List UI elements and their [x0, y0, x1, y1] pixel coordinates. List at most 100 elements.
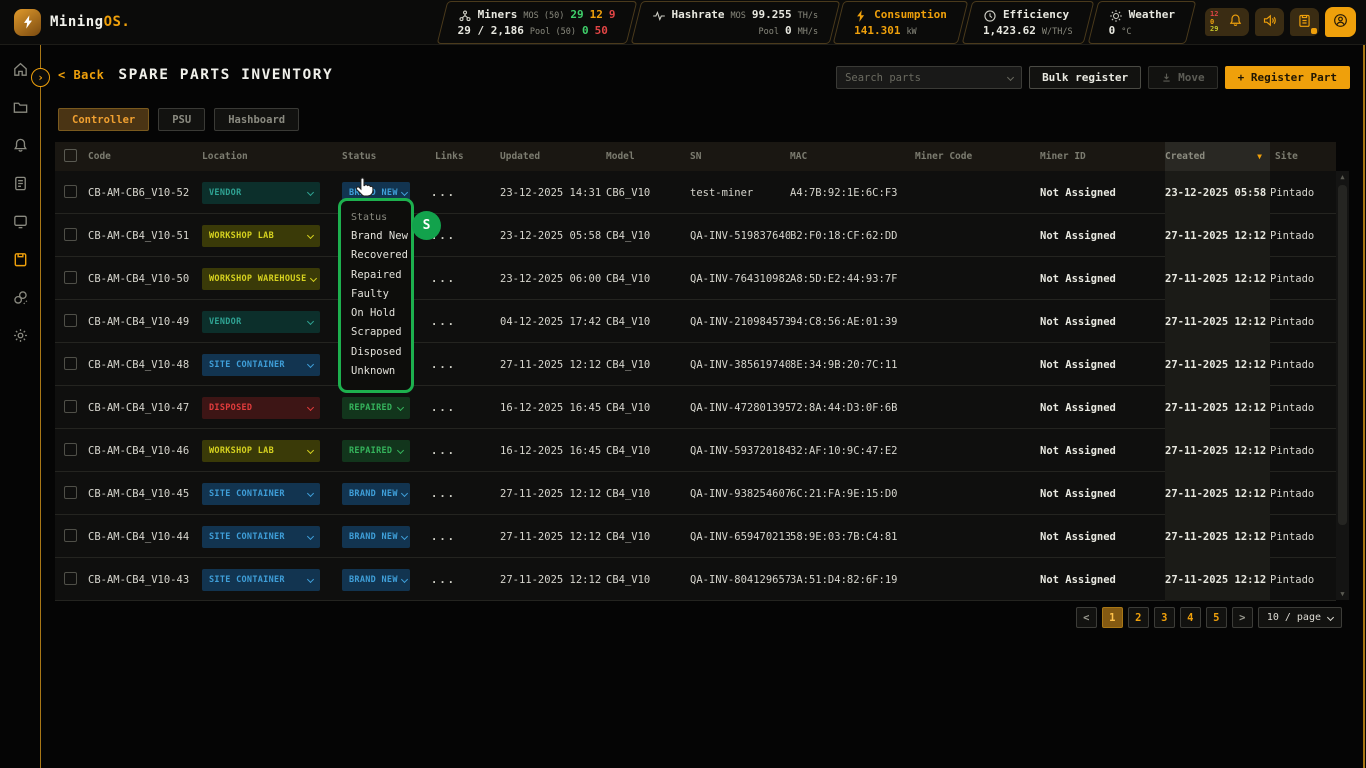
status-select[interactable]: BRAND NEW: [342, 483, 410, 505]
consumption-stat[interactable]: Consumption 141.301 kW: [836, 0, 965, 45]
links-button[interactable]: ...: [431, 531, 456, 543]
sidebar-item-reports[interactable]: [12, 175, 29, 192]
status-select[interactable]: BRAND NEW: [342, 526, 410, 548]
status-option[interactable]: Recovered: [351, 246, 411, 265]
location-select[interactable]: WORKSHOP LAB: [202, 440, 320, 462]
row-checkbox[interactable]: [64, 185, 77, 198]
pagination-next[interactable]: >: [1232, 607, 1253, 628]
pagination-page-3[interactable]: 3: [1154, 607, 1175, 628]
row-checkbox[interactable]: [64, 400, 77, 413]
links-button[interactable]: ...: [431, 488, 456, 500]
row-checkbox[interactable]: [64, 314, 77, 327]
sort-desc-icon: ▼: [1257, 152, 1262, 161]
miner-id-cell: Not Assigned: [1040, 316, 1165, 328]
sidebar-item-home[interactable]: [12, 61, 29, 78]
tab-psu[interactable]: PSU: [158, 108, 205, 131]
column-header-model[interactable]: Model: [606, 151, 690, 162]
location-select[interactable]: WORKSHOP WAREHOUSE: [202, 268, 320, 290]
pagination-page-4[interactable]: 4: [1180, 607, 1201, 628]
location-select[interactable]: VENDOR: [202, 182, 320, 204]
status-option[interactable]: Scrapped: [351, 323, 411, 342]
pagination-page-1[interactable]: 1: [1102, 607, 1123, 628]
links-button[interactable]: ...: [431, 359, 456, 371]
search-parts-select[interactable]: Search parts: [836, 66, 1022, 89]
model-cell: CB4_V10: [606, 359, 690, 371]
row-checkbox[interactable]: [64, 357, 77, 370]
sidebar-collapse-toggle[interactable]: ›: [31, 68, 50, 87]
location-select[interactable]: SITE CONTAINER: [202, 526, 320, 548]
weather-stat[interactable]: Weather 0 °C: [1091, 0, 1193, 45]
pagination-page-5[interactable]: 5: [1206, 607, 1227, 628]
move-button[interactable]: Move: [1148, 66, 1218, 89]
pagination-page-2[interactable]: 2: [1128, 607, 1149, 628]
register-part-button[interactable]: + Register Part: [1225, 66, 1350, 89]
tab-hashboard[interactable]: Hashboard: [214, 108, 299, 131]
scroll-down-icon[interactable]: ▼: [1340, 590, 1344, 598]
row-checkbox[interactable]: [64, 228, 77, 241]
status-option[interactable]: On Hold: [351, 304, 411, 323]
row-checkbox[interactable]: [64, 486, 77, 499]
sidebar-item-settings[interactable]: [12, 327, 29, 344]
status-option[interactable]: Repaired: [351, 266, 411, 285]
app-logo[interactable]: MiningOS.: [14, 9, 130, 36]
status-select[interactable]: REPAIRED: [342, 440, 410, 462]
column-header-status[interactable]: Status: [338, 151, 431, 162]
links-button[interactable]: ...: [431, 316, 456, 328]
site-cell: Pintado: [1270, 316, 1336, 328]
bulk-register-button[interactable]: Bulk register: [1029, 66, 1141, 89]
notifications-button[interactable]: 12 0 29: [1205, 8, 1249, 36]
status-option[interactable]: Disposed: [351, 343, 411, 362]
column-header-sn[interactable]: SN: [690, 151, 790, 162]
tasks-button[interactable]: [1290, 8, 1319, 36]
sidebar-item-spare-parts[interactable]: [12, 251, 29, 268]
status-option[interactable]: Unknown: [351, 362, 411, 381]
miners-stat[interactable]: Miners MOS (50) 29 12 9 29 / 2,186 Pool …: [440, 0, 634, 45]
tab-controller[interactable]: Controller: [58, 108, 149, 131]
sidebar-item-tokens[interactable]: [12, 289, 29, 306]
scroll-up-icon[interactable]: ▲: [1340, 173, 1344, 181]
links-button[interactable]: ...: [431, 574, 456, 586]
column-header-mac[interactable]: MAC: [790, 151, 915, 162]
links-button[interactable]: ...: [431, 187, 456, 199]
links-button[interactable]: ...: [431, 445, 456, 457]
status-option[interactable]: Brand New: [351, 227, 411, 246]
sidebar-item-folders[interactable]: [12, 99, 29, 116]
select-all-checkbox[interactable]: [64, 149, 77, 162]
back-button[interactable]: < Back: [58, 68, 104, 82]
sidebar-item-monitor[interactable]: [12, 213, 29, 230]
location-select[interactable]: SITE CONTAINER: [202, 354, 320, 376]
row-checkbox[interactable]: [64, 443, 77, 456]
location-select[interactable]: DISPOSED: [202, 397, 320, 419]
account-button[interactable]: [1325, 7, 1356, 37]
location-select[interactable]: VENDOR: [202, 311, 320, 333]
status-option[interactable]: Faulty: [351, 285, 411, 304]
column-header-location[interactable]: Location: [198, 151, 338, 162]
column-header-miner-code[interactable]: Miner Code: [915, 151, 1040, 162]
efficiency-stat[interactable]: Efficiency 1,423.62 W/TH/S: [965, 0, 1091, 45]
table-scrollbar[interactable]: ▲ ▼: [1336, 171, 1349, 600]
status-select[interactable]: REPAIRED: [342, 397, 410, 419]
column-header-miner-id[interactable]: Miner ID: [1040, 151, 1165, 162]
row-checkbox[interactable]: [64, 572, 77, 585]
pagination-prev[interactable]: <: [1076, 607, 1097, 628]
sidebar-item-alerts[interactable]: [12, 137, 29, 154]
location-select[interactable]: SITE CONTAINER: [202, 483, 320, 505]
links-button[interactable]: ...: [431, 402, 456, 414]
row-checkbox[interactable]: [64, 271, 77, 284]
column-header-code[interactable]: Code: [88, 151, 198, 162]
status-select[interactable]: BRAND NEW: [342, 569, 410, 591]
column-header-links[interactable]: Links: [431, 151, 500, 162]
column-header-updated[interactable]: Updated: [500, 151, 606, 162]
location-select[interactable]: SITE CONTAINER: [202, 569, 320, 591]
updated-cell: 27-11-2025 12:12: [500, 531, 606, 543]
scrollbar-thumb[interactable]: [1338, 185, 1347, 525]
location-select[interactable]: WORKSHOP LAB: [202, 225, 320, 247]
sound-button[interactable]: [1255, 8, 1284, 36]
model-cell: CB4_V10: [606, 574, 690, 586]
links-button[interactable]: ...: [431, 273, 456, 285]
column-header-created[interactable]: Created ▼: [1165, 142, 1270, 171]
row-checkbox[interactable]: [64, 529, 77, 542]
column-header-site[interactable]: Site: [1270, 151, 1336, 162]
hashrate-stat[interactable]: Hashrate MOS 99.255 TH/s Pool 0 MH/s: [634, 0, 837, 45]
page-size-select[interactable]: 10 / page: [1258, 607, 1342, 628]
